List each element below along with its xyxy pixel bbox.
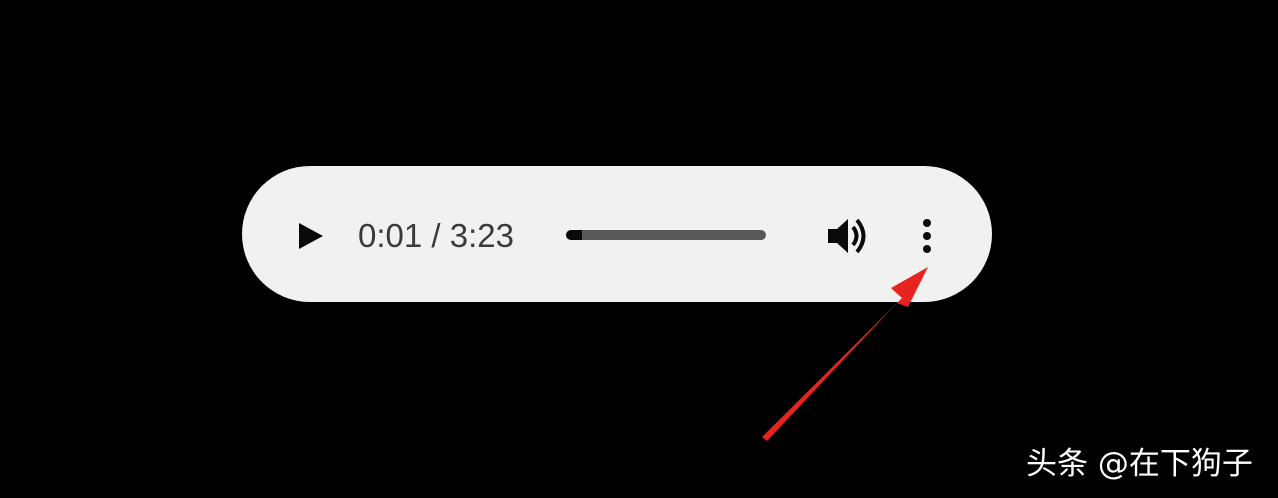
watermark-text: 头条 @在下狗子 <box>1026 446 1253 482</box>
screen: 0:01 / 3:23 头条 @在下狗子 <box>0 0 1278 498</box>
volume-icon <box>828 218 866 254</box>
play-icon <box>299 223 323 249</box>
more-options-button[interactable] <box>912 212 942 260</box>
progress-fill <box>566 230 582 240</box>
play-button[interactable] <box>290 216 330 256</box>
time-display: 0:01 / 3:23 <box>358 217 514 254</box>
progress-bar[interactable] <box>566 230 766 240</box>
volume-button[interactable] <box>824 214 870 258</box>
red-arrow-icon <box>762 267 928 441</box>
more-vertical-icon <box>923 219 931 253</box>
